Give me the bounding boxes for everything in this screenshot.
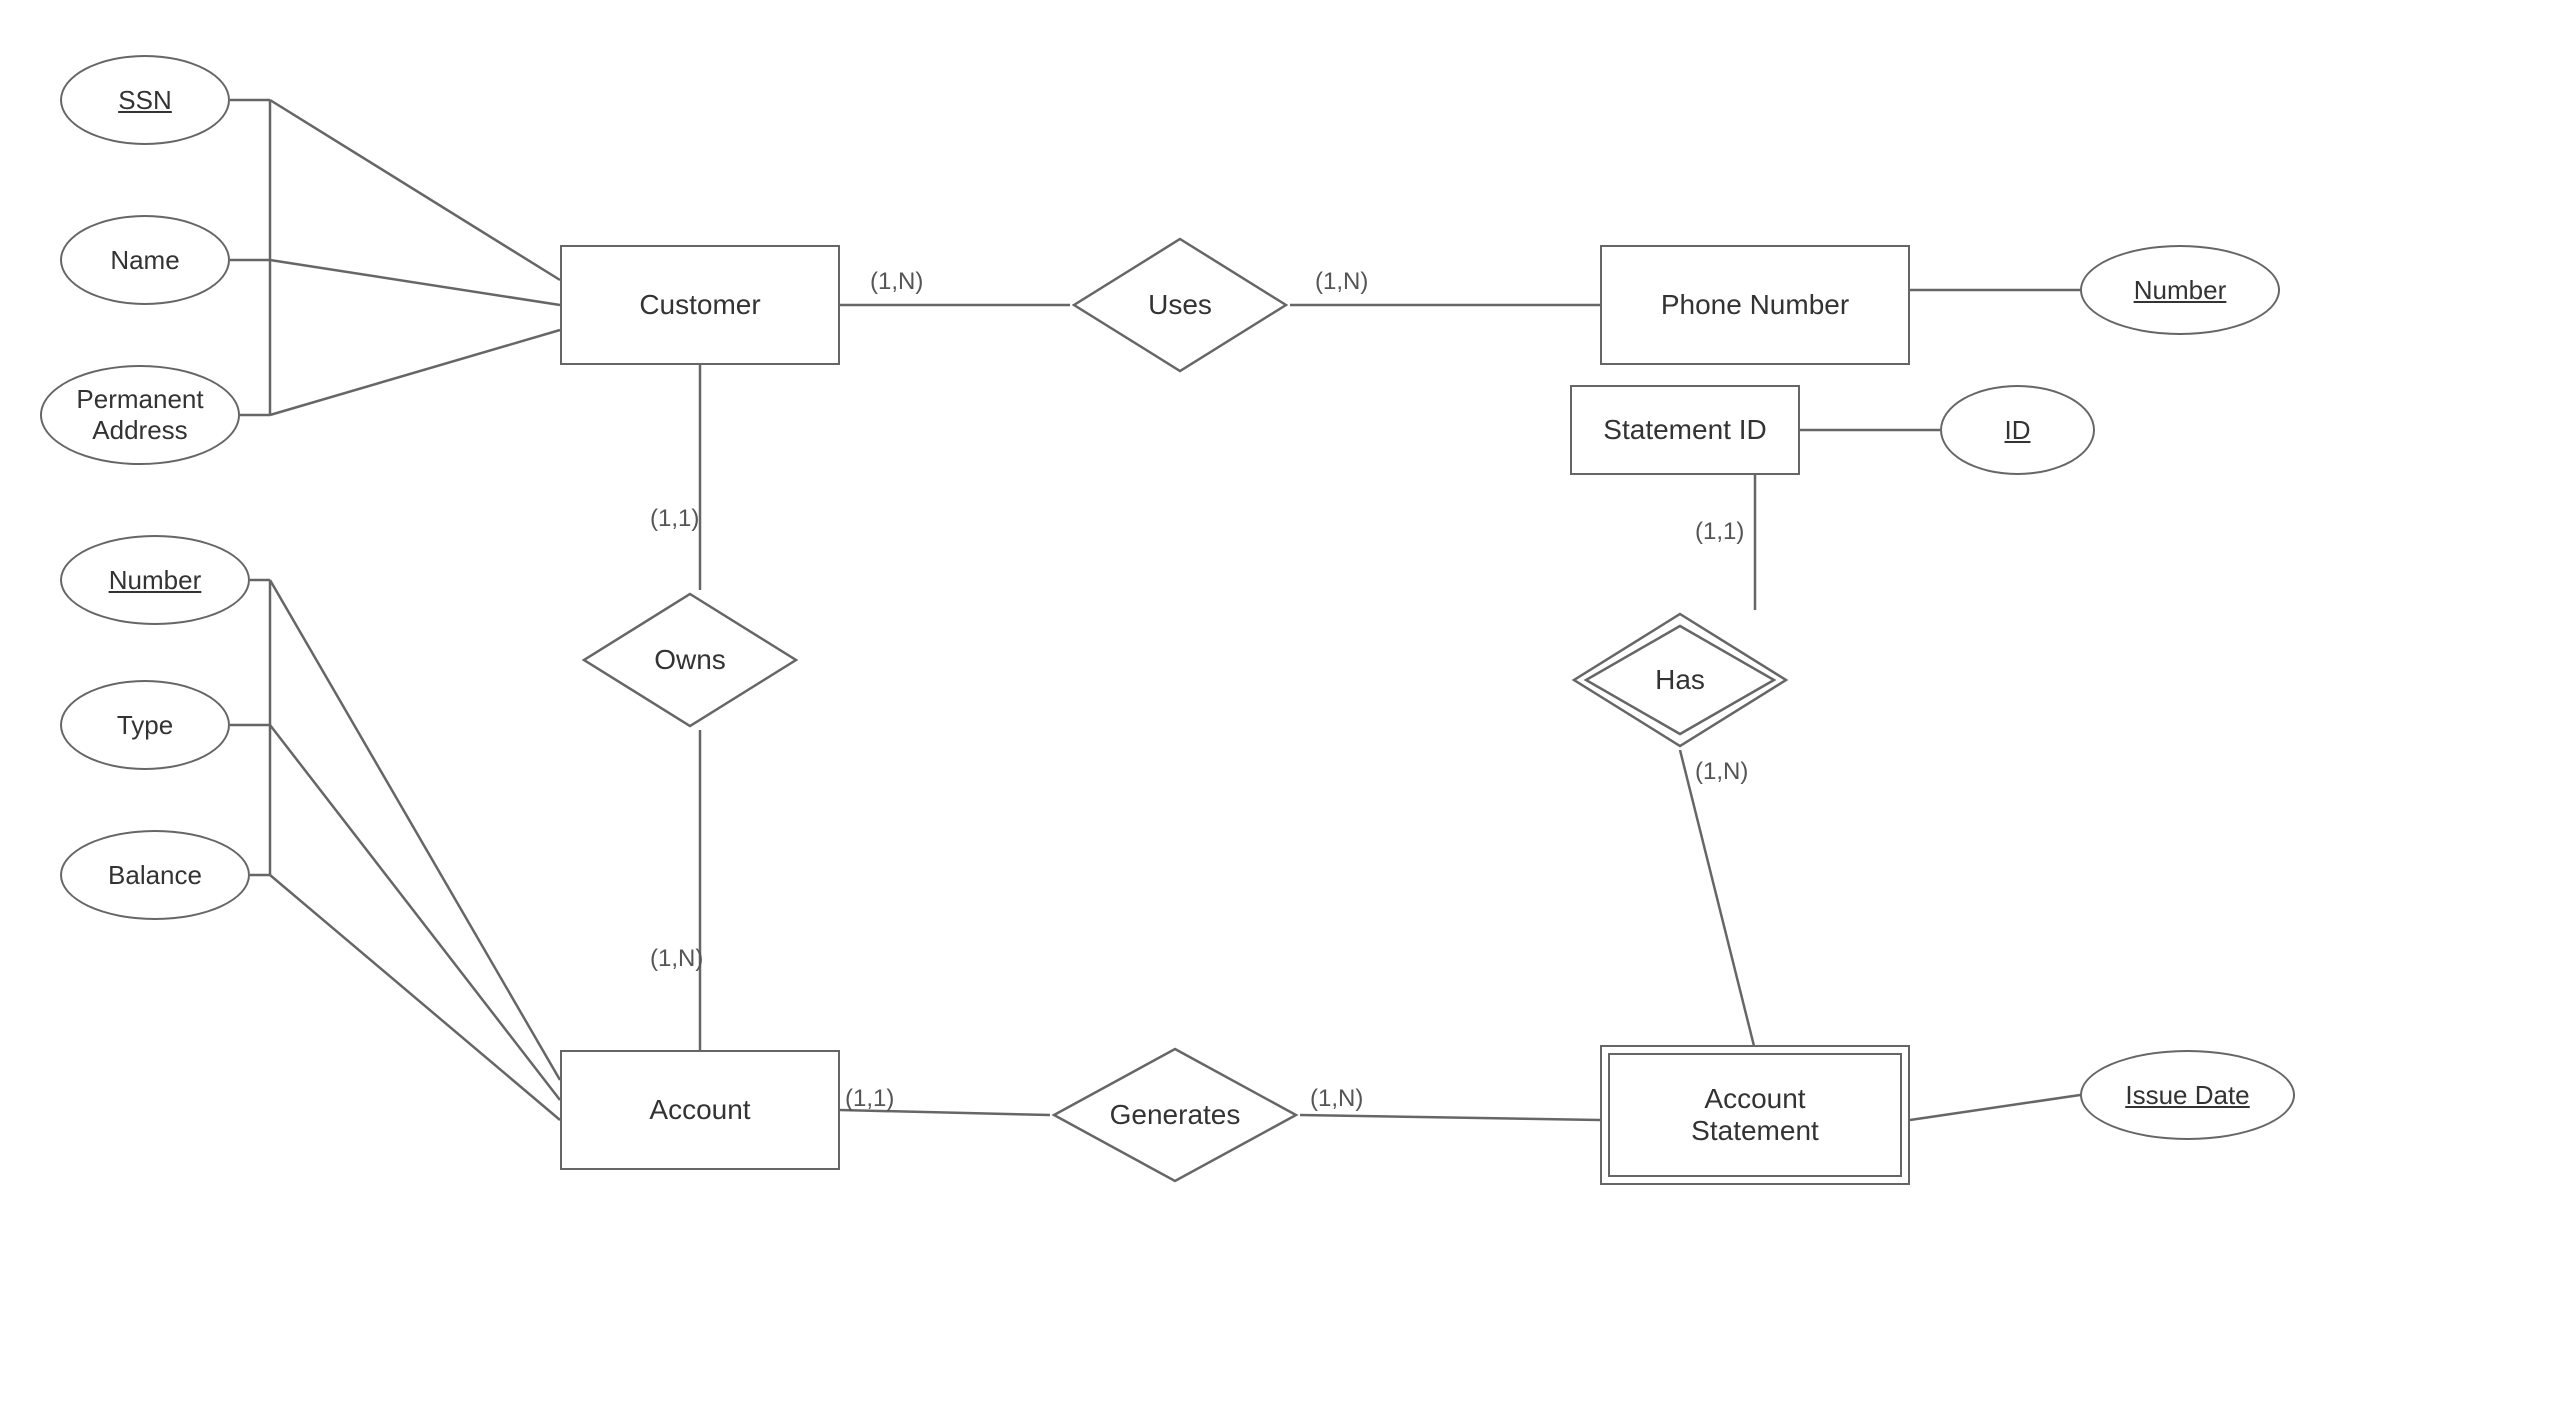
er-diagram: Customer Phone Number Account AccountSta… [0, 0, 2550, 1425]
attribute-ssn: SSN [60, 55, 230, 145]
attribute-issue-date: Issue Date [2080, 1050, 2295, 1140]
cardinality-customer-uses: (1,N) [870, 268, 923, 296]
attribute-phone-number-number: Number [2080, 245, 2280, 335]
connector-lines [0, 0, 2550, 1425]
cardinality-uses-phone: (1,N) [1315, 268, 1368, 296]
relationship-owns: Owns [580, 590, 800, 730]
entity-account-statement: AccountStatement [1600, 1045, 1910, 1185]
cardinality-owns-account: (1,N) [650, 945, 703, 973]
entity-phone-number: Phone Number [1600, 245, 1910, 365]
attribute-name: Name [60, 215, 230, 305]
cardinality-has-statement: (1,N) [1695, 758, 1748, 786]
attribute-account-balance: Balance [60, 830, 250, 920]
cardinality-account-generates: (1,1) [845, 1085, 894, 1113]
cardinality-customer-owns: (1,1) [650, 505, 699, 533]
cardinality-stmtid-has: (1,1) [1695, 518, 1744, 546]
attribute-statement-id-key: ID [1940, 385, 2095, 475]
entity-statement-id: Statement ID [1570, 385, 1800, 475]
entity-account: Account [560, 1050, 840, 1170]
cardinality-generates-statement: (1,N) [1310, 1085, 1363, 1113]
relationship-uses: Uses [1070, 235, 1290, 375]
relationship-has: Has [1570, 610, 1790, 750]
entity-customer: Customer [560, 245, 840, 365]
attribute-account-type: Type [60, 680, 230, 770]
attribute-account-number: Number [60, 535, 250, 625]
attribute-permanent-address: PermanentAddress [40, 365, 240, 465]
relationship-generates: Generates [1050, 1045, 1300, 1185]
